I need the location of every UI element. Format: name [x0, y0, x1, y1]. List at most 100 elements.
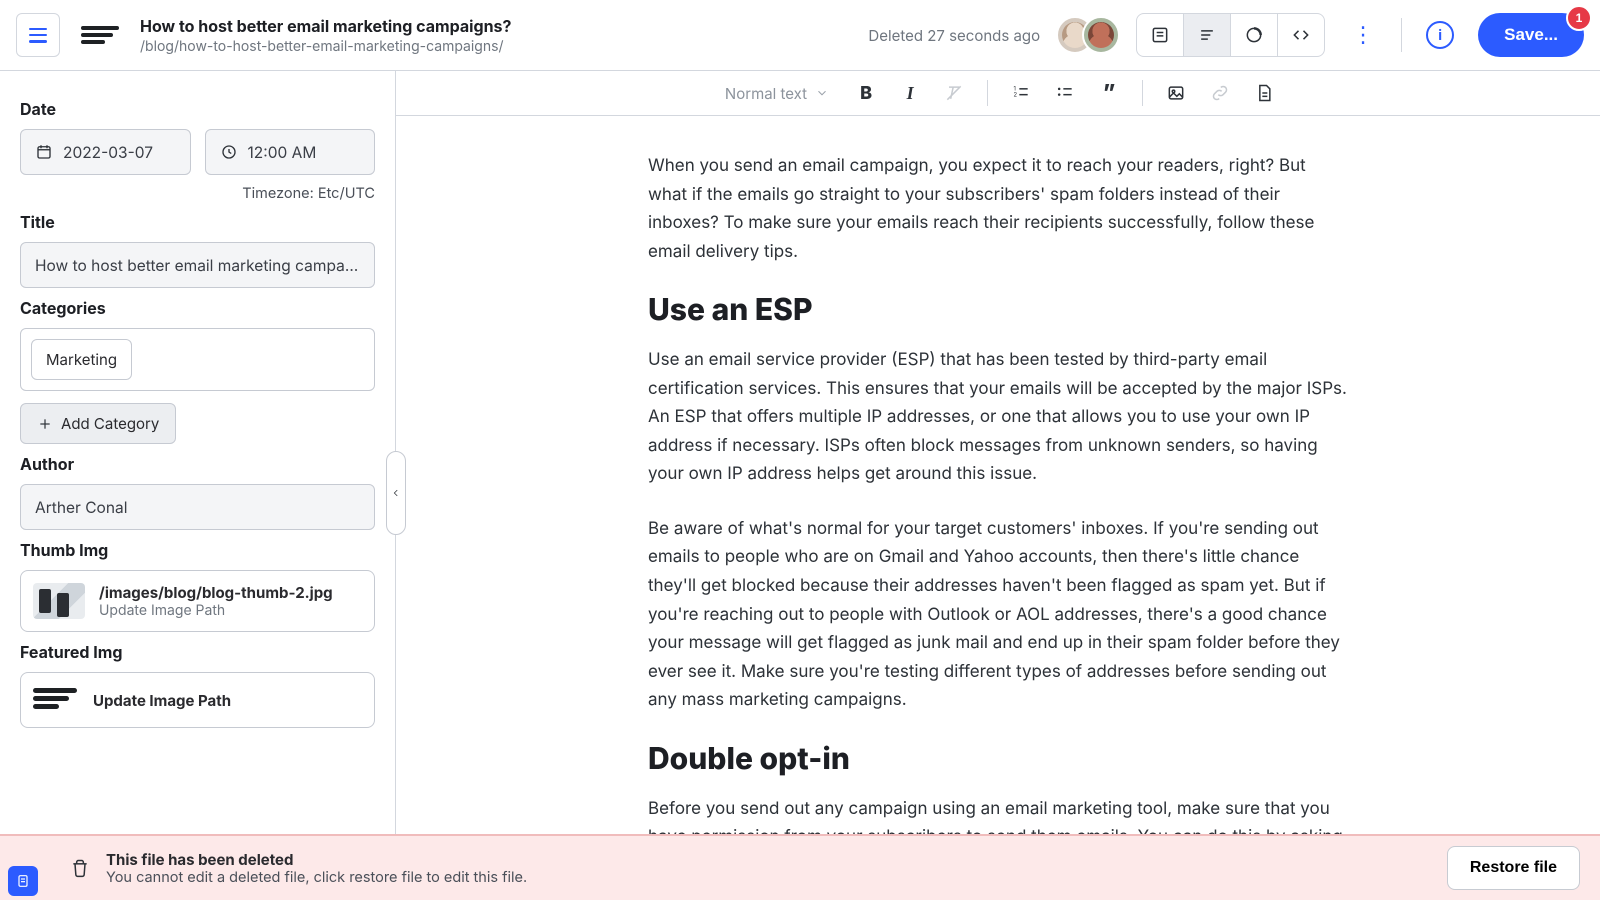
paragraph[interactable]: Before you send out any campaign using a…	[648, 795, 1348, 837]
deleted-file-banner: This file has been deleted You cannot ed…	[0, 834, 1600, 900]
timezone-label: Timezone: Etc/UTC	[20, 185, 375, 202]
trash-icon	[70, 857, 90, 879]
restore-button-label: Restore file	[1470, 859, 1557, 876]
field-label-title: Title	[20, 212, 375, 232]
italic-icon: I	[907, 83, 914, 104]
paragraph[interactable]: Use an email service provider (ESP) that…	[648, 346, 1348, 489]
chevron-left-icon	[391, 486, 401, 500]
code-view-tab[interactable]	[1278, 14, 1324, 56]
app-logo[interactable]	[76, 13, 124, 57]
main-area: Date 2022-03-07 12:00 AM Timezone: Etc/U…	[0, 71, 1600, 837]
bold-button[interactable]: B	[849, 76, 883, 110]
date-input[interactable]: 2022-03-07	[20, 129, 191, 175]
editor-toolbar: Normal text B I 12 ”	[396, 71, 1600, 116]
field-label-date: Date	[20, 99, 375, 119]
add-category-button[interactable]: Add Category	[20, 403, 176, 444]
content-view-icon	[1150, 25, 1170, 45]
thumb-subtitle: Update Image Path	[99, 602, 333, 619]
field-label-featured: Featured Img	[20, 642, 375, 662]
paragraph[interactable]: Be aware of what's normal for your targe…	[648, 515, 1348, 715]
status-text: Deleted 27 seconds ago	[868, 26, 1040, 45]
bold-icon: B	[860, 83, 872, 104]
date-value: 2022-03-07	[63, 143, 176, 162]
author-input[interactable]: Arther Conal	[20, 484, 375, 530]
deleted-banner-subtitle: You cannot edit a deleted file, click re…	[106, 869, 527, 886]
svg-text:2: 2	[1014, 91, 1018, 98]
featured-action-label: Update Image Path	[93, 691, 231, 710]
logo-glyph-icon	[81, 23, 119, 47]
save-button[interactable]: Save... 1	[1478, 13, 1584, 57]
time-input[interactable]: 12:00 AM	[205, 129, 376, 175]
text-style-select[interactable]: Normal text	[715, 84, 839, 103]
more-vertical-icon: ⋮	[1352, 24, 1374, 46]
editor-scroll-area[interactable]: When you send an email campaign, you exp…	[396, 116, 1600, 837]
categories-box: Marketing	[20, 328, 375, 391]
category-tag[interactable]: Marketing	[31, 339, 132, 380]
outline-view-icon	[1197, 25, 1217, 45]
footer-quick-action[interactable]	[8, 866, 38, 896]
calendar-icon	[35, 143, 53, 161]
save-button-label: Save...	[1504, 25, 1558, 44]
document-icon	[15, 873, 31, 889]
clock-icon	[220, 143, 238, 161]
outline-view-tab[interactable]	[1184, 14, 1231, 56]
deleted-banner-text: This file has been deleted You cannot ed…	[106, 850, 527, 886]
unordered-list-button[interactable]	[1048, 76, 1082, 110]
thumb-image-box[interactable]: /images/blog/blog-thumb-2.jpg Update Ima…	[20, 570, 375, 632]
editor-panel: Normal text B I 12 ”	[396, 71, 1600, 837]
view-switcher	[1136, 13, 1325, 57]
deleted-banner-title: This file has been deleted	[106, 850, 527, 869]
insert-snippet-button[interactable]	[1247, 76, 1281, 110]
page-title: How to host better email marketing campa…	[140, 16, 852, 36]
document-body[interactable]: When you send an email campaign, you exp…	[648, 152, 1348, 837]
thumb-path: /images/blog/blog-thumb-2.jpg	[99, 583, 333, 602]
main-menu-button[interactable]	[16, 13, 60, 57]
field-label-author: Author	[20, 454, 375, 474]
page-path: /blog/how-to-host-better-email-marketing…	[140, 38, 852, 55]
title-input[interactable]: How to host better email marketing campa…	[20, 242, 375, 288]
paragraph[interactable]: When you send an email campaign, you exp…	[648, 152, 1348, 266]
featured-image-box[interactable]: Update Image Path	[20, 672, 375, 728]
snippet-icon	[1254, 83, 1274, 103]
info-button[interactable]: i	[1418, 13, 1462, 57]
content-view-tab[interactable]	[1137, 14, 1184, 56]
placeholder-logo-icon	[33, 685, 79, 715]
insert-link-button[interactable]	[1203, 76, 1237, 110]
clear-format-button[interactable]	[937, 76, 971, 110]
chevron-down-icon	[815, 86, 829, 100]
sidebar-collapse-handle[interactable]	[386, 451, 406, 535]
text-style-label: Normal text	[725, 84, 807, 103]
italic-button[interactable]: I	[893, 76, 927, 110]
thumb-preview	[33, 583, 85, 619]
restore-file-button[interactable]: Restore file	[1447, 846, 1580, 890]
blockquote-icon: ”	[1103, 88, 1116, 99]
link-icon	[1210, 83, 1230, 103]
avatar[interactable]	[1082, 16, 1120, 54]
heading[interactable]: Double opt-in	[648, 741, 1348, 777]
status-dashboard-icon	[1244, 25, 1264, 45]
insert-image-button[interactable]	[1159, 76, 1193, 110]
more-actions-button[interactable]: ⋮	[1341, 13, 1385, 57]
unordered-list-icon	[1055, 83, 1075, 103]
metadata-sidebar: Date 2022-03-07 12:00 AM Timezone: Etc/U…	[0, 71, 396, 837]
collaborator-avatars[interactable]	[1056, 16, 1120, 54]
heading[interactable]: Use an ESP	[648, 292, 1348, 328]
field-label-thumb: Thumb Img	[20, 540, 375, 560]
ordered-list-icon: 12	[1011, 83, 1031, 103]
info-icon: i	[1426, 21, 1454, 49]
title-block: How to host better email marketing campa…	[140, 16, 852, 55]
time-value: 12:00 AM	[248, 143, 361, 162]
author-value: Arther Conal	[35, 498, 360, 517]
blockquote-button[interactable]: ”	[1092, 76, 1126, 110]
add-category-label: Add Category	[61, 414, 159, 433]
status-dashboard-tab[interactable]	[1231, 14, 1278, 56]
clear-format-icon	[944, 83, 964, 103]
code-view-icon	[1291, 25, 1311, 45]
divider	[1401, 18, 1402, 52]
toolbar-separator	[987, 80, 988, 106]
hamburger-icon	[29, 28, 47, 42]
ordered-list-button[interactable]: 12	[1004, 76, 1038, 110]
plus-icon	[37, 416, 53, 432]
image-icon	[1166, 83, 1186, 103]
field-label-categories: Categories	[20, 298, 375, 318]
